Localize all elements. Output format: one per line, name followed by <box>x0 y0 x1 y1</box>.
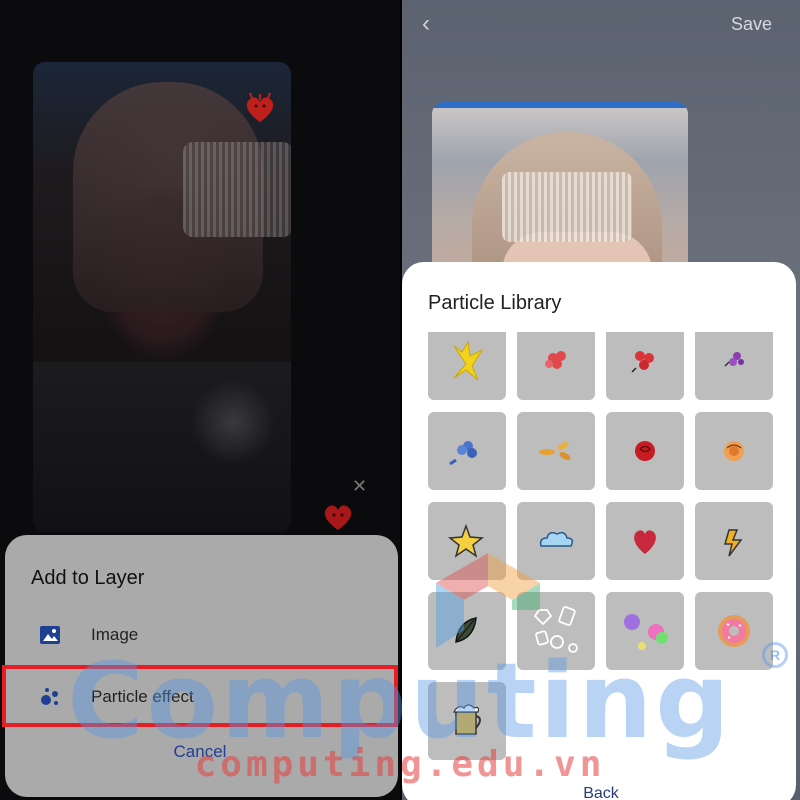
library-title: Particle Library <box>428 292 562 314</box>
registered-mark: R <box>762 642 788 668</box>
red-heart-particle[interactable] <box>606 502 684 580</box>
back-button[interactable]: Back <box>402 785 800 800</box>
red-rose-particle[interactable] <box>606 412 684 490</box>
purple-flower-particle[interactable] <box>695 332 773 400</box>
heart-sticker <box>246 92 274 122</box>
orange-leaves-particle[interactable] <box>517 412 595 490</box>
red-flower-particle[interactable] <box>517 332 595 400</box>
close-icon[interactable]: ✕ <box>352 476 367 497</box>
layer-preview-photo <box>33 62 291 532</box>
save-button[interactable]: Save <box>731 14 772 35</box>
red-flower-cluster-particle[interactable] <box>606 332 684 400</box>
chevron-left-icon[interactable]: ‹ <box>422 10 430 38</box>
yellow-butterfly-particle[interactable] <box>428 332 506 400</box>
yellow-lightning-particle[interactable] <box>695 502 773 580</box>
watermark-url: computing.edu.vn <box>194 744 606 785</box>
heart-sticker-small[interactable] <box>320 500 356 532</box>
orange-rose-particle[interactable] <box>695 412 773 490</box>
blue-flower-particle[interactable] <box>428 412 506 490</box>
dialog-title: Add to Layer <box>31 567 145 589</box>
